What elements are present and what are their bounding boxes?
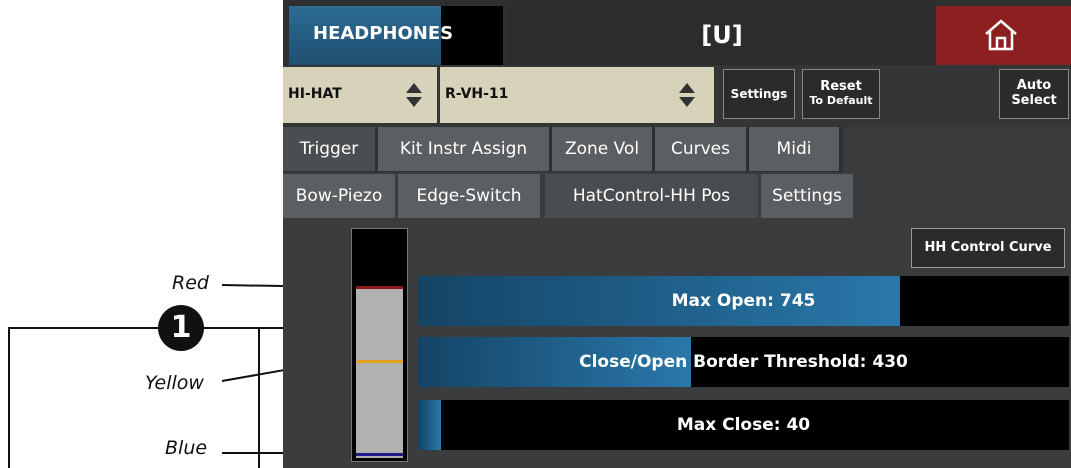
subtab-bow-piezo[interactable]: Bow-Piezo <box>283 174 395 218</box>
settings-button[interactable]: Settings <box>723 69 795 119</box>
close-open-threshold-slider[interactable]: Close/Open Border Threshold: 430 <box>418 337 1069 387</box>
hh-position-meter <box>351 228 408 462</box>
top-bar: HEADPHONES [U] <box>283 0 1071 65</box>
home-icon <box>985 19 1017 51</box>
reset-to-default-button[interactable]: Reset To Default <box>802 69 880 119</box>
callout-line-vertical-right <box>258 327 260 468</box>
module-screen: HEADPHONES [U] HI-HAT R-VH-11 Settings R… <box>283 0 1071 468</box>
tab-curves[interactable]: Curves <box>655 127 746 171</box>
updown-arrows-icon <box>679 83 695 107</box>
subtab-bow-piezo-label: Bow-Piezo <box>295 186 383 206</box>
red-annotation-label: Red <box>172 272 209 294</box>
callout-line-horizontal <box>8 327 160 329</box>
blue-annotation-label: Blue <box>165 437 208 459</box>
selector-row: HI-HAT R-VH-11 Settings Reset To Default… <box>283 65 1071 127</box>
tab-zone-vol[interactable]: Zone Vol <box>552 127 652 171</box>
hh-control-curve-button[interactable]: HH Control Curve <box>911 228 1065 268</box>
subtab-hatcontrol-hh-pos[interactable]: HatControl-HH Pos <box>545 174 758 218</box>
tab-midi[interactable]: Midi <box>749 127 839 171</box>
tab-trigger-label: Trigger <box>299 139 359 159</box>
subtab-hatcontrol-label: HatControl-HH Pos <box>572 186 731 206</box>
hh-position-meter-level <box>356 286 403 458</box>
auto-select-line1: Auto <box>1016 78 1052 93</box>
meter-yellow-line <box>356 360 403 363</box>
max-open-slider[interactable]: Max Open: 745 <box>418 276 1069 326</box>
meter-blue-line <box>356 453 403 456</box>
callout-badge-1: 1 <box>158 305 204 351</box>
subtab-settings-label: Settings <box>772 186 842 206</box>
auto-select-button[interactable]: Auto Select <box>999 69 1069 119</box>
max-close-label: Max Close: 40 <box>676 415 811 435</box>
hh-position-panel: HH Control Curve Max Open: 745 Close/Ope… <box>283 224 1071 468</box>
callout-line-vertical-left <box>8 327 10 468</box>
hh-control-curve-label: HH Control Curve <box>924 240 1052 255</box>
tab-curves-label: Curves <box>670 139 730 159</box>
tab-midi-label: Midi <box>776 139 812 159</box>
updown-arrows-icon <box>406 83 422 107</box>
tab-zone-vol-label: Zone Vol <box>564 139 640 159</box>
subtab-edge-switch[interactable]: Edge-Switch <box>398 174 540 218</box>
reset-label-line1: Reset <box>820 79 862 94</box>
main-tabs: Trigger Kit Instr Assign Zone Vol Curves… <box>283 127 843 172</box>
tab-kit-instr-assign-label: Kit Instr Assign <box>399 139 528 159</box>
subtab-settings[interactable]: Settings <box>761 174 853 218</box>
tab-kit-instr-assign[interactable]: Kit Instr Assign <box>378 127 549 171</box>
max-open-label: Max Open: 745 <box>671 291 816 311</box>
pad-select-value: HI-HAT <box>288 86 342 102</box>
headphones-label: HEADPHONES <box>313 23 454 44</box>
pad-select[interactable]: HI-HAT <box>283 67 437 123</box>
max-close-slider[interactable]: Max Close: 40 <box>418 400 1069 450</box>
settings-button-label: Settings <box>730 87 788 101</box>
instrument-select-value: R-VH-11 <box>445 86 509 102</box>
meter-red-line <box>356 286 403 289</box>
reset-label-line2: To Default <box>809 94 873 107</box>
tab-trigger[interactable]: Trigger <box>283 127 375 171</box>
home-button[interactable] <box>936 6 1071 65</box>
yellow-annotation-label: Yellow <box>145 372 204 394</box>
threshold-label: Close/Open Border Threshold: 430 <box>579 352 908 372</box>
kit-title: [U] <box>508 6 936 65</box>
sub-tabs: Bow-Piezo Edge-Switch HatControl-HH Pos … <box>283 174 1071 219</box>
instrument-select[interactable]: R-VH-11 <box>440 67 714 123</box>
auto-select-line2: Select <box>1011 93 1057 108</box>
subtab-edge-switch-label: Edge-Switch <box>416 186 522 206</box>
